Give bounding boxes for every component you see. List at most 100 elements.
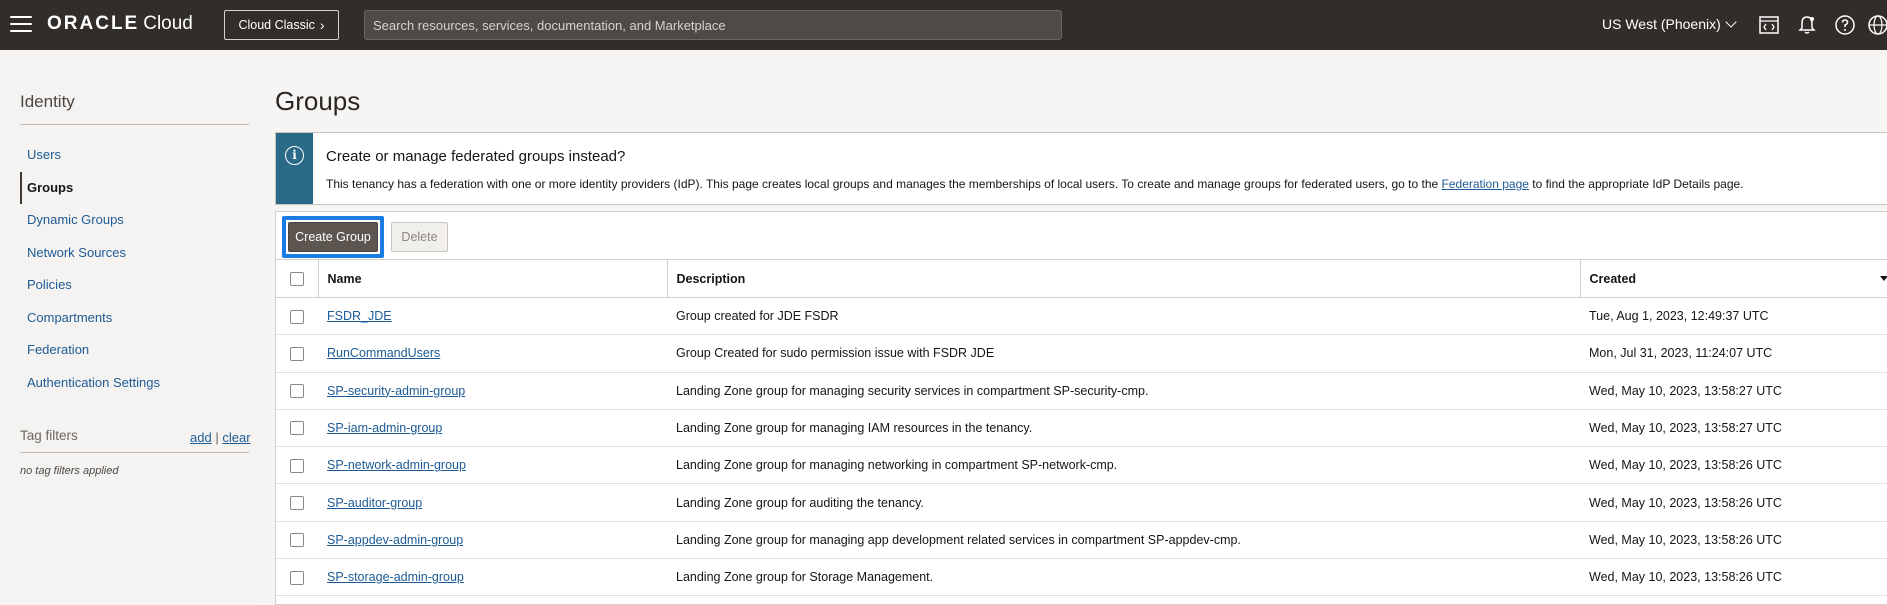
group-name-link[interactable]: SP-iam-admin-group [327,421,442,435]
sidebar-title: Identity [20,92,75,111]
group-created: Tue, Aug 1, 2023, 12:49:37 UTC [1580,297,1887,336]
group-description: Landing Zone group for managing app deve… [667,521,1580,560]
row-select-cell [276,521,318,560]
group-name-cell: SP-auditor-group [318,483,667,522]
top-navigation-bar: ORACLECloud Cloud Classic › US West (Pho… [0,0,1887,50]
group-created: Wed, May 10, 2023, 13:58:27 UTC [1580,372,1887,410]
row-checkbox[interactable] [290,421,304,436]
table-row: RunCommandUsers Group Created for sudo pe… [276,334,1887,373]
chevron-down-icon [1725,16,1737,28]
banner-stripe: i [276,133,313,204]
row-select-cell [276,297,318,336]
sidebar-item-network-sources[interactable]: Network Sources [20,237,250,270]
table-row: SP-storage-admin-group Landing Zone group… [276,558,1887,597]
group-description: Landing Zone group for managing security… [667,372,1580,410]
group-name-link[interactable]: SP-network-admin-group [327,458,466,472]
group-name-cell: SP-network-admin-group [318,446,667,485]
create-group-button[interactable]: Create Group [288,222,378,252]
group-name-link[interactable]: SP-appdev-admin-group [327,533,463,547]
bell-icon[interactable] [1796,14,1818,36]
oracle-cloud-logo[interactable]: ORACLE Cloud [47,13,193,35]
group-description: Group created for JDE FSDR [667,297,1580,336]
select-all-checkbox[interactable] [290,271,304,286]
group-name-cell: SP-storage-admin-group [318,558,667,597]
identity-sidebar: Identity Users Groups Dynamic Groups Networ… [0,50,262,605]
row-checkbox[interactable] [290,458,304,473]
table-row: SP-appdev-admin-group Landing Zone group … [276,521,1887,560]
group-name-link[interactable]: SP-auditor-group [327,496,422,510]
row-select-cell [276,446,318,485]
row-checkbox[interactable] [290,495,304,510]
sort-descending-icon[interactable] [1880,276,1887,281]
sidebar-item-groups[interactable]: Groups [20,171,250,204]
group-description: Landing Zone group for managing networki… [667,446,1580,485]
add-tag-filter-link[interactable]: add [190,430,212,445]
sidebar-item-authentication-settings[interactable]: Authentication Settings [20,367,250,400]
table-row: SP-security-admin-group Landing Zone grou… [276,372,1887,410]
group-created: Mon, Jul 31, 2023, 11:24:07 UTC [1580,334,1887,373]
federation-info-banner: i Create or manage federated groups inst… [275,132,1887,205]
help-icon[interactable] [1834,14,1856,36]
select-all-cell [276,259,318,298]
sidebar-item-policies[interactable]: Policies [20,269,250,302]
globe-icon[interactable] [1867,14,1887,36]
group-description: Landing Zone group for managing IAM reso… [667,409,1580,448]
clear-tag-filter-link[interactable]: clear [222,430,250,445]
group-name-cell: SP-appdev-admin-group [318,521,667,560]
group-name-link[interactable]: SP-security-admin-group [327,384,465,398]
group-created: Wed, May 10, 2023, 13:58:26 UTC [1580,483,1887,522]
group-name-link[interactable]: SP-storage-admin-group [327,570,464,584]
group-created: Wed, May 10, 2023, 13:58:26 UTC [1580,521,1887,560]
group-description: Landing Zone group for Storage Managemen… [667,558,1580,597]
logo-brand: ORACLE [47,13,140,34]
table-row: SP-network-admin-group Landing Zone group… [276,446,1887,485]
column-header-created-label: Created [1589,271,1637,286]
group-created: Wed, May 10, 2023, 13:58:27 UTC [1580,409,1887,448]
cloud-classic-label: Cloud Classic [238,18,315,32]
region-label: US West (Phoenix) [1602,16,1721,32]
region-selector[interactable]: US West (Phoenix) [1602,16,1737,32]
column-header-name[interactable]: Name [317,259,667,298]
row-checkbox[interactable] [290,346,304,361]
sidebar-nav: Users Groups Dynamic Groups Network Sources… [20,139,250,399]
groups-table: Name Description Created FSDR_JDE Group c… [276,259,1887,597]
group-name-link[interactable]: FSDR_JDE [327,309,392,323]
tag-filters-label: Tag filters [20,428,78,443]
group-name-cell: SP-iam-admin-group [318,409,667,448]
sidebar-item-users[interactable]: Users [20,139,250,172]
tag-filter-links: add | clear [190,430,251,445]
sidebar-divider [20,124,249,125]
row-checkbox[interactable] [290,384,304,399]
code-editor-icon[interactable] [1758,14,1780,36]
group-created: Wed, May 10, 2023, 13:58:26 UTC [1580,558,1887,597]
group-name-link[interactable]: RunCommandUsers [327,346,440,360]
table-header-row: Name Description Created [276,259,1887,298]
sidebar-item-compartments[interactable]: Compartments [20,302,250,335]
group-name-cell: FSDR_JDE [318,297,667,336]
cloud-classic-button[interactable]: Cloud Classic › [224,10,339,40]
table-toolbar: Create Group Delete [276,212,1887,259]
row-checkbox[interactable] [290,570,304,585]
delete-button[interactable]: Delete [391,222,448,252]
group-name-cell: SP-security-admin-group [318,372,667,410]
menu-icon[interactable] [10,16,32,34]
banner-text: This tenancy has a federation with one o… [326,177,1744,191]
row-checkbox[interactable] [290,309,304,324]
search-input[interactable] [364,10,1062,40]
group-name-cell: RunCommandUsers [318,334,667,373]
sidebar-item-federation[interactable]: Federation [20,334,250,367]
info-icon: i [285,146,304,165]
table-body: FSDR_JDE Group created for JDE FSDR Tue, A… [276,297,1887,597]
sidebar-item-dynamic-groups[interactable]: Dynamic Groups [20,204,250,237]
no-tag-filters-text: no tag filters applied [20,465,119,477]
banner-title: Create or manage federated groups instea… [326,148,626,165]
federation-page-link[interactable]: Federation page [1442,177,1529,191]
page-title: Groups [275,86,361,116]
row-select-cell [276,483,318,522]
tag-link-separator: | [215,430,219,445]
banner-text-before: This tenancy has a federation with one o… [326,177,1442,191]
row-checkbox[interactable] [290,533,304,548]
column-header-created[interactable]: Created [1579,259,1887,298]
column-header-description[interactable]: Description [666,259,1580,298]
tag-filters-divider [20,452,249,453]
